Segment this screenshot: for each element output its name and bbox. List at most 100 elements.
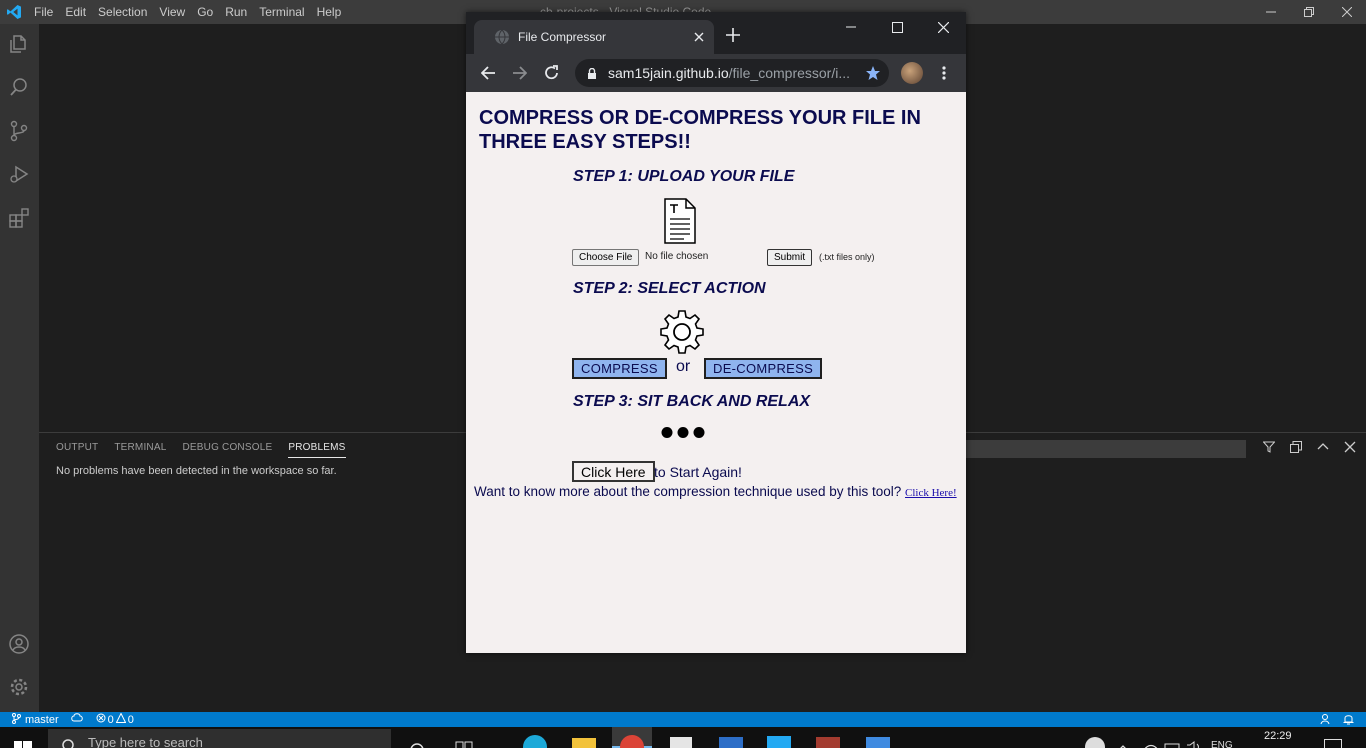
store-icon[interactable] [670,737,692,748]
web-page: COMPRESS OR DE-COMPRESS YOUR FILE IN THR… [466,92,966,653]
chrome-taskbar-icon[interactable] [612,727,652,748]
close-panel-icon[interactable] [1343,440,1356,454]
branch-name[interactable]: master [25,714,59,726]
activity-bar [0,24,39,712]
close-icon[interactable] [1328,0,1366,24]
chrome-tab-strip: File Compressor [466,12,966,54]
chrome-close-icon[interactable] [920,12,966,42]
warning-count[interactable]: 0 [128,714,134,726]
kebab-menu-icon[interactable] [942,66,946,85]
windows-start-icon[interactable] [14,733,32,748]
submit-button[interactable]: Submit [767,249,813,266]
tab-debug-console[interactable]: DEBUG CONSOLE [182,442,272,458]
language-indicator[interactable]: ENG [1211,740,1233,748]
lock-icon[interactable] [587,67,597,85]
globe-icon [494,29,510,45]
photos-icon[interactable] [866,737,890,748]
action-center-icon[interactable] [1324,739,1342,748]
tray-chevron-icon[interactable] [1117,739,1129,748]
new-tab-button[interactable] [726,26,740,46]
menu-edit[interactable]: Edit [59,0,92,24]
source-control-icon[interactable] [8,120,30,142]
problems-filter-input[interactable] [966,440,1246,458]
step3-title: STEP 3: SIT BACK AND RELAX [573,393,811,410]
step2-title: STEP 2: SELECT ACTION [573,280,766,297]
notifications-bell-icon[interactable] [1343,713,1354,728]
maximize-panel-icon[interactable] [1316,440,1329,454]
warning-icon[interactable] [115,712,127,726]
help-icon[interactable] [1085,737,1105,748]
file-explorer-icon[interactable] [572,738,596,748]
menu-run[interactable]: Run [219,0,253,24]
clock-time[interactable]: 22:29 [1264,730,1292,742]
mail-icon[interactable] [719,737,743,748]
menu-terminal[interactable]: Terminal [253,0,310,24]
minimize-icon[interactable] [1252,0,1290,24]
error-count[interactable]: 0 [108,714,114,726]
address-bar[interactable]: sam15jain.github.io/file_compressor/i... [575,59,889,87]
filter-icon[interactable] [1262,440,1275,454]
app-icon[interactable] [816,737,840,748]
collapse-all-icon[interactable] [1289,440,1302,454]
extensions-icon[interactable] [8,207,30,229]
chrome-minimize-icon[interactable] [828,12,874,42]
account-icon[interactable] [8,633,30,655]
choose-file-button[interactable]: Choose File [572,249,640,266]
compress-button[interactable]: COMPRESS [572,358,667,379]
browser-tab[interactable]: File Compressor [474,20,714,54]
chrome-window: File Compressor sam15jain.github.io /fil… [466,12,966,653]
more-info-link[interactable]: Click Here! [905,487,957,499]
taskbar-search-input[interactable]: Type here to search [48,729,391,748]
edge-icon[interactable] [523,735,547,748]
menu-view[interactable]: View [153,0,191,24]
tab-problems[interactable]: PROBLEMS [288,442,346,458]
menu-file[interactable]: File [28,0,59,24]
search-icon[interactable] [8,76,30,98]
tab-title: File Compressor [518,30,607,44]
page-title: COMPRESS OR DE-COMPRESS YOUR FILE IN THR… [479,107,921,153]
tab-output[interactable]: OUTPUT [56,442,98,458]
vscode-window-controls [1252,0,1366,24]
menu-selection[interactable]: Selection [92,0,153,24]
run-debug-icon[interactable] [8,163,30,185]
panel-tabs: OUTPUT TERMINAL DEBUG CONSOLE PROBLEMS [56,442,362,458]
no-file-label: No file chosen [645,251,709,262]
document-icon [664,198,696,249]
feedback-icon[interactable] [1320,713,1332,728]
bookmark-star-icon[interactable] [865,65,881,86]
menu-go[interactable]: Go [191,0,219,24]
task-view-icon[interactable] [455,738,473,748]
restore-icon[interactable] [1290,0,1328,24]
vscode-taskbar-icon[interactable] [767,736,791,748]
cortana-icon[interactable] [410,739,424,748]
settings-gear-icon[interactable] [8,676,30,698]
more-info-label: Want to know more about the compression … [474,484,902,499]
menu-help[interactable]: Help [311,0,348,24]
avatar[interactable] [901,62,923,84]
tab-close-icon[interactable] [694,29,704,45]
vscode-menu-bar: File Edit Selection View Go Run Terminal… [28,0,347,24]
volume-icon[interactable] [1186,738,1202,748]
panel-actions [1262,440,1356,454]
vscode-logo-icon [0,0,28,24]
tab-terminal[interactable]: TERMINAL [114,442,166,458]
file-type-hint: (.txt files only) [819,252,875,262]
start-again-label: to Start Again! [654,464,742,480]
taskbar-search-text: Type here to search [88,735,203,748]
taskbar-search-icon [62,737,76,748]
more-info-text: Want to know more about the compression … [474,484,957,499]
back-arrow-icon[interactable] [480,66,495,85]
reload-icon[interactable] [544,65,560,86]
network-icon[interactable] [1143,738,1159,748]
sync-icon[interactable] [70,713,84,726]
battery-icon[interactable] [1164,739,1182,748]
explorer-icon[interactable] [8,33,30,55]
chrome-maximize-icon[interactable] [874,12,920,42]
status-bar: master 0 0 [0,712,1366,727]
error-icon[interactable] [96,713,106,726]
forward-arrow-icon[interactable] [513,66,528,85]
step1-title: STEP 1: UPLOAD YOUR FILE [573,168,795,185]
start-again-button[interactable]: Click Here [572,461,655,482]
branch-icon [12,712,21,727]
decompress-button[interactable]: DE-COMPRESS [704,358,823,379]
